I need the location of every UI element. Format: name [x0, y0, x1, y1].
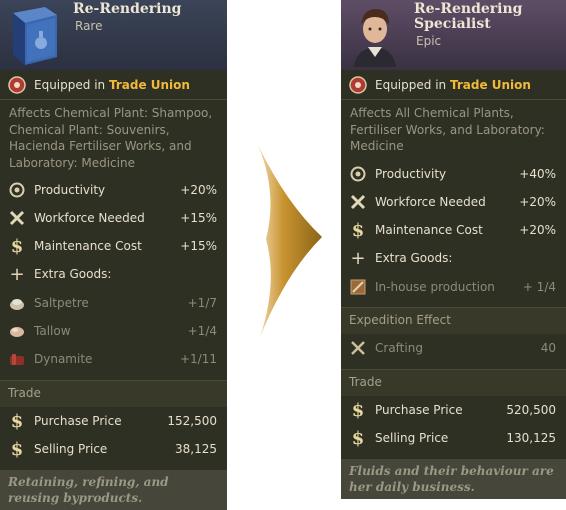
card-description: Affects All Chemical Plants, Fertiliser … — [350, 106, 545, 153]
extra-good-label: Saltpetre — [34, 296, 89, 310]
extra-good-row: In-house production + 1/4 — [341, 276, 566, 298]
effect-row-productivity: Productivity +20% — [0, 179, 227, 201]
extra-good-value: +1/4 — [187, 324, 217, 338]
equipped-org-link[interactable]: Trade Union — [109, 78, 190, 92]
card-title: Re-Rendering — [73, 1, 182, 17]
purchase-price-value: 152,500 — [167, 414, 217, 428]
selling-price-row: $ Selling Price 130,125 — [341, 427, 566, 449]
effect-value: +20% — [519, 223, 556, 237]
expedition-effect-label: Crafting — [375, 341, 423, 355]
trade-label: Trade — [349, 375, 382, 389]
effect-value: +20% — [519, 195, 556, 209]
selling-price-value: 130,125 — [506, 431, 556, 445]
extra-good-label: In-house production — [375, 280, 495, 294]
extra-goods-header: + Extra Goods: — [341, 247, 566, 269]
card-header: Re-Rendering Specialist Epic — [341, 0, 566, 70]
extra-good-row: Tallow +1/4 — [0, 320, 227, 342]
effect-label: Productivity — [375, 167, 447, 181]
effect-label: Workforce Needed — [375, 195, 486, 209]
equipped-org-link[interactable]: Trade Union — [450, 78, 531, 92]
dollar-icon: $ — [10, 410, 24, 432]
flavor-text: Fluids and their behaviour are her daily… — [341, 459, 566, 499]
tools-icon — [6, 208, 28, 228]
selling-price-value: 38,125 — [175, 442, 217, 456]
effect-label: Maintenance Cost — [375, 223, 483, 237]
extra-good-value: +1/7 — [187, 296, 217, 310]
extra-good-value: +1/11 — [179, 352, 217, 366]
purchase-price-row: $ Purchase Price 520,500 — [341, 399, 566, 421]
purchase-price-row: $ Purchase Price 152,500 — [0, 410, 227, 432]
trade-section-header: Trade — [341, 369, 566, 396]
card-rarity: Epic — [416, 34, 442, 48]
expedition-label: Expedition Effect — [349, 313, 451, 327]
card-description: Affects Chemical Plant: Shampoo, Chemica… — [9, 106, 213, 170]
saltpetre-icon — [6, 293, 28, 313]
extra-good-row: Dynamite +1/11 — [0, 348, 227, 370]
expedition-effect-value: 40 — [540, 341, 556, 355]
purchase-price-value: 520,500 — [506, 403, 556, 417]
specialist-portrait-icon — [346, 3, 404, 67]
item-card-epic: Re-Rendering Specialist Epic Equipped in… — [341, 0, 566, 499]
effect-value: +15% — [180, 239, 217, 253]
dollar-icon: $ — [351, 219, 365, 241]
trade-section-header: Trade — [0, 380, 227, 407]
effect-label: Workforce Needed — [34, 211, 145, 225]
effect-row-productivity: Productivity +40% — [341, 163, 566, 185]
gear-icon — [6, 180, 28, 200]
tools-icon — [347, 192, 369, 212]
card-rarity: Rare — [75, 19, 103, 33]
dynamite-icon — [6, 349, 28, 369]
extra-good-label: Tallow — [34, 324, 71, 338]
extra-good-row: Saltpetre +1/7 — [0, 292, 227, 314]
dollar-icon: $ — [351, 399, 365, 421]
selling-price-label: Selling Price — [34, 442, 108, 456]
effect-label: Productivity — [34, 183, 106, 197]
extra-goods-header: + Extra Goods: — [0, 263, 227, 285]
card-title: Re-Rendering Specialist — [414, 1, 523, 32]
item-card-rare: Re-Rendering Rare Equipped in Trade Unio… — [0, 0, 227, 510]
effect-row-maintenance: $ Maintenance Cost +15% — [0, 235, 227, 257]
effect-row-workforce: Workforce Needed +20% — [341, 191, 566, 213]
expedition-effect-row: Crafting 40 — [341, 337, 566, 359]
extra-goods-label: Extra Goods: — [34, 267, 112, 281]
purchase-price-label: Purchase Price — [34, 414, 122, 428]
dollar-icon: $ — [351, 427, 365, 449]
effect-value: +15% — [180, 211, 217, 225]
equipped-row: Equipped in Trade Union — [341, 74, 566, 96]
tallow-icon — [6, 321, 28, 341]
extra-good-label: Dynamite — [34, 352, 93, 366]
trade-label: Trade — [8, 386, 41, 400]
selling-price-label: Selling Price — [375, 431, 449, 445]
trade-union-emblem-icon — [347, 75, 369, 95]
effect-value: +20% — [180, 183, 217, 197]
dollar-icon: $ — [10, 235, 24, 257]
equipped-prefix: Equipped in — [375, 78, 447, 92]
plus-icon: + — [350, 247, 366, 269]
flavor-text: Retaining, refining, and reusing byprodu… — [0, 470, 227, 510]
effect-row-workforce: Workforce Needed +15% — [0, 207, 227, 229]
dollar-icon: $ — [10, 438, 24, 460]
card-header: Re-Rendering Rare — [0, 0, 227, 70]
extra-goods-label: Extra Goods: — [375, 251, 453, 265]
inhouse-production-icon — [347, 277, 369, 297]
purchase-price-label: Purchase Price — [375, 403, 463, 417]
equipped-row: Equipped in Trade Union — [0, 74, 227, 96]
crafting-icon — [347, 338, 369, 358]
selling-price-row: $ Selling Price 38,125 — [0, 438, 227, 460]
transition-arrow-icon — [256, 143, 326, 339]
extra-good-value: + 1/4 — [522, 280, 556, 294]
equipped-prefix: Equipped in — [34, 78, 106, 92]
effect-value: +40% — [519, 167, 556, 181]
gear-icon — [347, 164, 369, 184]
trade-union-emblem-icon — [6, 75, 28, 95]
book-icon — [5, 3, 63, 67]
expedition-section-header: Expedition Effect — [341, 307, 566, 334]
effect-label: Maintenance Cost — [34, 239, 142, 253]
plus-icon: + — [9, 263, 25, 285]
effect-row-maintenance: $ Maintenance Cost +20% — [341, 219, 566, 241]
